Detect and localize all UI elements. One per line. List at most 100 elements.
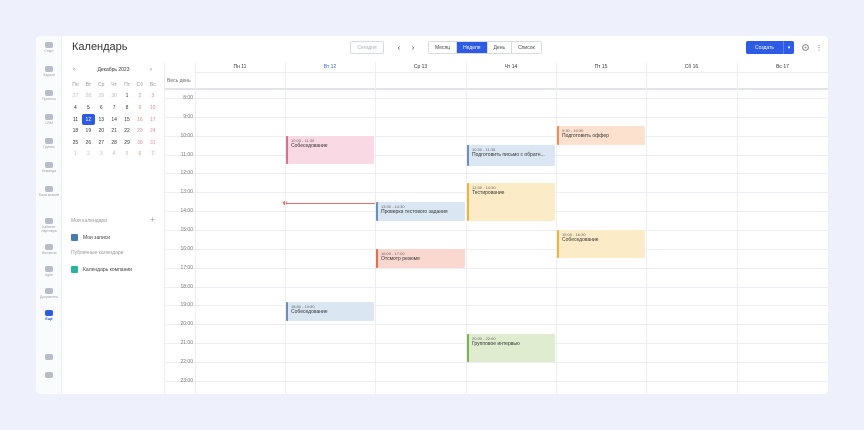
view-tab[interactable]: Месяц: [429, 42, 458, 53]
mini-day[interactable]: 22: [121, 125, 134, 137]
hour-line: [165, 305, 828, 307]
add-calendar-button[interactable]: +: [150, 215, 155, 224]
create-button[interactable]: Создать ▾: [746, 41, 794, 54]
mini-day[interactable]: 9: [133, 102, 146, 114]
mini-day[interactable]: 1: [69, 149, 82, 161]
checkbox-icon[interactable]: [71, 234, 78, 241]
rail-item-label: Старт: [44, 49, 54, 53]
mini-day[interactable]: 20: [95, 125, 108, 137]
mini-day[interactable]: 29: [121, 137, 134, 149]
rail-item-partner[interactable]: Кабинет партнера: [36, 218, 62, 233]
calendar-event[interactable]: 16:00 - 17:00 Отсмотр резюме: [376, 248, 465, 268]
rail-item-finance[interactable]: Финансы: [36, 244, 62, 255]
mini-day[interactable]: 28: [82, 91, 95, 103]
mini-day[interactable]: 8: [121, 102, 134, 114]
mini-day[interactable]: 14: [108, 114, 121, 126]
mini-day[interactable]: 16: [133, 114, 146, 126]
day-header[interactable]: Вс 17: [737, 62, 828, 73]
column-divider: [285, 62, 286, 394]
more-menu-icon[interactable]: ⋮: [815, 41, 823, 54]
day-header[interactable]: Пн 11: [195, 62, 285, 73]
mini-day[interactable]: 3: [95, 149, 108, 161]
mini-day[interactable]: 4: [108, 149, 121, 161]
checkbox-icon[interactable]: [71, 266, 78, 273]
view-tab[interactable]: Неделя: [457, 42, 488, 53]
day-header[interactable]: Вт 12: [285, 62, 375, 73]
rail-item-agile[interactable]: Agile: [36, 266, 62, 277]
hour-label: 18:00: [180, 283, 193, 290]
mini-day[interactable]: 29: [95, 91, 108, 103]
view-tab[interactable]: День: [487, 42, 513, 53]
gear-icon[interactable]: [800, 41, 810, 54]
chat-icon[interactable]: [36, 354, 62, 361]
mini-day[interactable]: 18: [69, 125, 82, 137]
view-tab[interactable]: Список: [512, 42, 541, 53]
mini-day[interactable]: 13: [95, 114, 108, 126]
today-button[interactable]: Сегодня: [350, 41, 384, 54]
calendar-event[interactable]: 13:30 - 14:30 Проверка тестового задания: [376, 201, 465, 221]
mini-day[interactable]: 19: [82, 125, 95, 137]
day-header[interactable]: Ср 13: [375, 62, 466, 73]
mini-day[interactable]: 7: [146, 149, 159, 161]
hour-label: 8:00: [183, 95, 193, 101]
mini-day[interactable]: 24: [146, 125, 159, 137]
calendar-event[interactable]: 10:00 - 11:30 Собеседование: [286, 135, 374, 164]
calendar-event[interactable]: 18:50 - 19:50 Собеседование: [286, 302, 374, 322]
mini-day[interactable]: 2: [82, 149, 95, 161]
rail-item-documents[interactable]: Документы: [36, 288, 62, 299]
calendar-event[interactable]: 20:30 - 22:00 Групповое интервью: [467, 333, 555, 362]
mini-day[interactable]: 3: [146, 91, 159, 103]
day-header[interactable]: Чт 14: [466, 62, 556, 73]
mini-day[interactable]: 5: [121, 149, 134, 161]
rail-item-label: CRM: [45, 121, 53, 125]
rail-item-projects[interactable]: Проекты: [36, 90, 62, 101]
rail-item-home[interactable]: Старт: [36, 42, 62, 53]
calendar-event[interactable]: 9:30 - 10:30 Подготовить оффер: [557, 126, 645, 146]
mini-day[interactable]: 12: [81, 113, 95, 126]
calendar-event[interactable]: 12:30 - 14:30 Тестирование: [467, 182, 555, 221]
mini-day[interactable]: 25: [69, 137, 82, 149]
mini-day[interactable]: 17: [146, 114, 159, 126]
mini-day[interactable]: 10: [146, 102, 159, 114]
mini-next-button[interactable]: ›: [150, 67, 152, 73]
rail-item-more[interactable]: Ещё: [36, 310, 62, 321]
next-week-button[interactable]: ›: [408, 41, 418, 54]
mini-day[interactable]: 15: [121, 114, 134, 126]
app-window: Старт Задачи Проекты CRM Группы Команда База з…: [36, 36, 828, 394]
mini-day[interactable]: 5: [82, 102, 95, 114]
rail-item-tasks[interactable]: Задачи: [36, 66, 62, 77]
mini-day[interactable]: 30: [108, 91, 121, 103]
calendar-event[interactable]: 10:30 - 11:35 Подготовить письмо с обратн…: [467, 145, 555, 166]
hour-line: [165, 380, 828, 382]
rail-item-team[interactable]: Команда: [36, 162, 62, 173]
mini-day[interactable]: 11: [69, 114, 82, 126]
mini-day[interactable]: 1: [121, 91, 134, 103]
all-day-row[interactable]: Весь день: [165, 73, 828, 90]
rail-item-knowledge[interactable]: База знаний: [36, 186, 62, 197]
calendar-event[interactable]: 15:00 - 16:30 Собеседование: [557, 229, 645, 259]
my-records-toggle[interactable]: Мои записи: [71, 234, 110, 241]
mini-day[interactable]: 31: [146, 137, 159, 149]
mini-day[interactable]: 30: [133, 137, 146, 149]
mini-day[interactable]: 28: [108, 137, 121, 149]
day-header[interactable]: Сб 16: [646, 62, 737, 73]
rail-item-groups[interactable]: Группы: [36, 138, 62, 149]
chevron-down-icon[interactable]: ▾: [783, 41, 794, 54]
prev-week-button[interactable]: ‹: [394, 41, 404, 54]
mini-day[interactable]: 2: [133, 91, 146, 103]
mini-day[interactable]: 27: [95, 137, 108, 149]
hour-label: 15:00: [180, 226, 193, 233]
hour-line: [165, 324, 828, 326]
mini-day[interactable]: 6: [95, 102, 108, 114]
mini-day[interactable]: 26: [82, 137, 95, 149]
rail-item-crm[interactable]: CRM: [36, 114, 62, 125]
day-header[interactable]: Пт 15: [556, 62, 646, 73]
mini-day[interactable]: 7: [108, 102, 121, 114]
mini-day[interactable]: 21: [108, 125, 121, 137]
mini-day[interactable]: 4: [69, 102, 82, 114]
help-icon[interactable]: [36, 372, 62, 379]
mini-day[interactable]: 23: [133, 125, 146, 137]
mini-day[interactable]: 27: [69, 91, 82, 103]
company-calendar-toggle[interactable]: Календарь компании: [71, 266, 132, 273]
mini-day[interactable]: 6: [133, 149, 146, 161]
